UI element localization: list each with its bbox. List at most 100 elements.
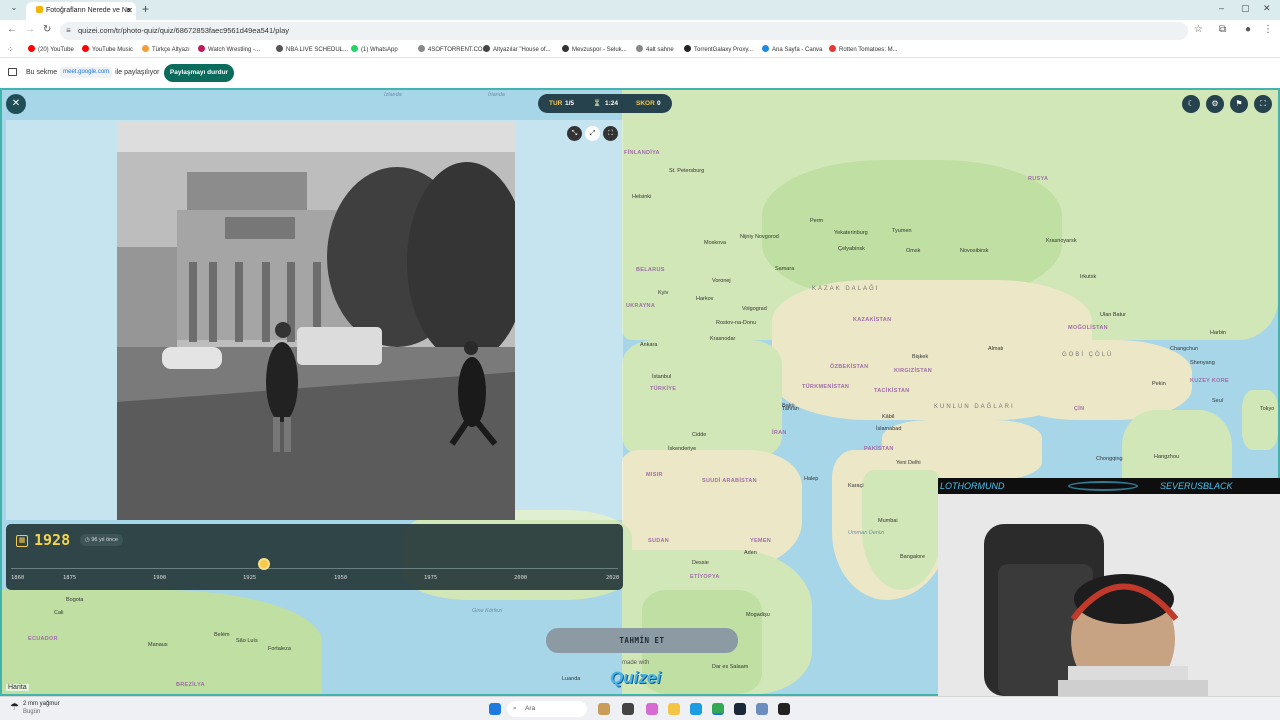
- map-label: Dar es Salaam: [712, 664, 749, 670]
- timeline-tick-label: 1975: [424, 575, 438, 581]
- map-label: Nijniy Novgorod: [740, 234, 779, 240]
- webcam-right-text: SEVERUSBLACK: [1160, 481, 1233, 491]
- tab-active[interactable]: Fotoğrafların Nerede ve Ne ✕: [26, 2, 136, 20]
- bookmark-favicon-icon: [351, 45, 358, 52]
- profile-icon[interactable]: ●: [1245, 24, 1251, 35]
- maximize-button[interactable]: ▢: [1241, 3, 1250, 14]
- edge-icon[interactable]: [690, 703, 702, 715]
- expand-icon[interactable]: ⤢: [585, 126, 600, 141]
- address-bar[interactable]: ≡ quizei.com/tr/photo-quiz/quiz/68672853…: [60, 22, 1188, 40]
- bookmark-item[interactable]: 4SOFTORRENT.CO...: [418, 42, 488, 58]
- bookmark-item[interactable]: TorrentGalaxy Proxy...: [684, 42, 753, 58]
- bookmark-favicon-icon: [684, 45, 691, 52]
- map-label: TACİKİSTAN: [874, 388, 910, 394]
- map-label: SUDAN: [648, 538, 670, 544]
- screen-share-icon: [8, 68, 17, 76]
- bookmark-item[interactable]: Mevzuspor - Seluk...: [562, 42, 627, 58]
- bookmark-item[interactable]: 4alt sahne: [636, 42, 674, 58]
- task-view-icon[interactable]: [622, 703, 634, 715]
- bookmark-item[interactable]: YouTube Music: [82, 42, 133, 58]
- map-label: ÖZBEKİSTAN: [830, 364, 869, 370]
- reload-icon[interactable]: ↻: [43, 24, 51, 35]
- chrome-icon[interactable]: [712, 703, 724, 715]
- extensions-icon[interactable]: ⧉: [1219, 24, 1226, 35]
- map-label: Volgograd: [742, 306, 767, 312]
- close-window-button[interactable]: ✕: [1263, 3, 1271, 14]
- apps-icon[interactable]: ⁘: [7, 42, 14, 58]
- photo-fullscreen-icon[interactable]: ⛶: [603, 126, 618, 141]
- copilot-icon[interactable]: [646, 703, 658, 715]
- timeline-tick-label: 2000: [514, 575, 528, 581]
- map-label: Tokyo: [1260, 406, 1275, 412]
- steam-icon[interactable]: [734, 703, 746, 715]
- map-label: Krasnoyarsk: [1046, 238, 1077, 244]
- bookmark-item[interactable]: Rotten Tomatoes: M...: [829, 42, 898, 58]
- bookmark-label: YouTube Music: [92, 47, 133, 53]
- year-slider-handle[interactable]: [257, 558, 270, 570]
- bookmark-item[interactable]: Türkçe Altyazı: [142, 42, 190, 58]
- start-icon[interactable]: [489, 703, 501, 715]
- file-explorer-icon[interactable]: [668, 703, 680, 715]
- map-label: ECUADOR: [28, 636, 58, 642]
- map-label: KUZEY KORE: [1190, 378, 1229, 384]
- new-tab-button[interactable]: +: [142, 2, 149, 16]
- tab-close-icon[interactable]: ✕: [126, 2, 133, 19]
- settings-app-icon[interactable]: [756, 703, 768, 715]
- map-label: MOĞOLİSTAN: [1068, 325, 1108, 331]
- map-label: Hangzhou: [1154, 454, 1180, 460]
- widget-icon[interactable]: [598, 703, 610, 715]
- bookmark-label: Watch Wrestling -...: [208, 47, 261, 53]
- stop-sharing-button[interactable]: Paylaşmayı durdur: [164, 64, 234, 82]
- map-label: İslamabad: [876, 426, 902, 432]
- tab-search-icon[interactable]: ⌄: [7, 3, 21, 16]
- bookmark-item[interactable]: (20) YouTube: [28, 42, 74, 58]
- site-info-icon[interactable]: ≡: [66, 22, 71, 40]
- share-domain: meet.google.com: [60, 67, 113, 78]
- minimize-button[interactable]: –: [1219, 3, 1224, 13]
- guess-button[interactable]: TAHMİN ET: [546, 628, 738, 653]
- app-icon[interactable]: [778, 703, 790, 715]
- map-label: Fortaleza: [268, 646, 291, 652]
- score-label: SKOR: [636, 100, 655, 107]
- map-label: Bangalore: [900, 554, 926, 560]
- bookmark-star-icon[interactable]: ☆: [1194, 24, 1203, 35]
- map-label: Halep: [804, 476, 819, 482]
- bookmark-item[interactable]: (1) WhatsApp: [351, 42, 398, 58]
- year-timeline: ▦ 1928 ◷ 96 yıl önce 1860 1875 1900 1925 195…: [6, 524, 623, 590]
- close-quiz-button[interactable]: ✕: [6, 94, 26, 114]
- map-label: İzlanda: [384, 92, 402, 98]
- bookmark-item[interactable]: Watch Wrestling -...: [198, 42, 260, 58]
- round-label: TUR: [549, 100, 563, 107]
- map-label: St. Petersburg: [669, 168, 705, 174]
- bookmark-item[interactable]: Ana Sayfa - Canva: [762, 42, 822, 58]
- flag-icon[interactable]: ⚑: [1230, 95, 1248, 113]
- map-label: BREZİLYA: [176, 682, 205, 688]
- url-text: quizei.com/tr/photo-quiz/quiz/68672853fa…: [78, 26, 289, 35]
- bookmark-label: Ana Sayfa - Canva: [772, 47, 823, 53]
- weather-widget[interactable]: ☂ 2 mm yağmur Bugün: [10, 700, 60, 716]
- map-label: Moskova: [704, 240, 727, 246]
- share-status: Bu sekme meet.google.com ile paylaşılıyor: [26, 58, 160, 88]
- gear-icon[interactable]: ⚙: [1206, 95, 1224, 113]
- museum-photo-image: [117, 122, 515, 520]
- map-label: MISIR: [646, 472, 663, 478]
- timeline-track[interactable]: [11, 568, 618, 569]
- taskbar-search[interactable]: ⌕ Ara: [507, 701, 587, 717]
- timeline-tick-label: 2020: [606, 575, 620, 581]
- collapse-icon[interactable]: ⤡: [567, 126, 582, 141]
- fullscreen-icon[interactable]: ⛶: [1254, 95, 1272, 113]
- bookmark-favicon-icon: [276, 45, 283, 52]
- map-attribution[interactable]: Harita: [6, 684, 29, 691]
- bookmark-item[interactable]: NBA LIVE SCHEDUL...: [276, 42, 348, 58]
- bookmark-item[interactable]: Altyazılar "House of...: [483, 42, 551, 58]
- map-label: YEMEN: [750, 538, 772, 544]
- menu-icon[interactable]: ⋮: [1263, 24, 1273, 35]
- bookmark-label: 4alt sahne: [646, 47, 674, 53]
- forward-icon[interactable]: →: [25, 24, 35, 35]
- map-label: KAZAKİSTAN: [853, 317, 892, 323]
- calendar-icon: ▦: [16, 535, 28, 547]
- quizei-logo[interactable]: Quizei: [610, 668, 661, 688]
- map-label: PAKİSTAN: [864, 446, 894, 452]
- moon-icon[interactable]: ☾: [1182, 95, 1200, 113]
- back-icon[interactable]: ←: [7, 24, 17, 35]
